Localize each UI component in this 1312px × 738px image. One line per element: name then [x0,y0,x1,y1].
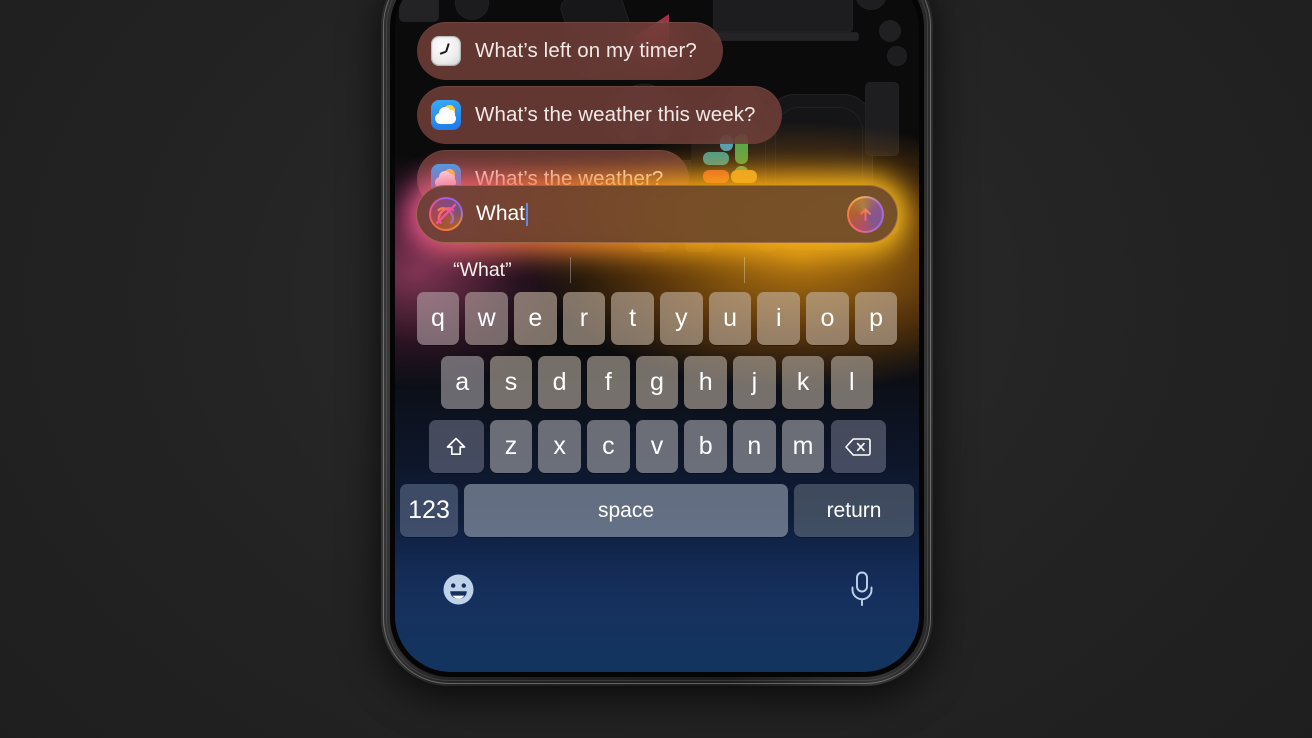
key-t[interactable]: t [611,292,654,345]
siri-suggestion-label: What’s left on my timer? [475,39,697,62]
siri-input-value: What [476,202,526,225]
key-i[interactable]: i [757,292,800,345]
candidate-0[interactable]: “What” [395,248,570,292]
key-h[interactable]: h [684,356,727,409]
key-j[interactable]: j [733,356,776,409]
siri-send-button[interactable] [847,195,884,233]
siri-suggestion-label: What’s the weather this week? [475,103,756,126]
key-m[interactable]: m [781,420,825,473]
key-n[interactable]: n [733,420,776,473]
key-d[interactable]: d [538,356,581,409]
keyboard-row-1: q w e r t y u i o p [395,292,919,345]
key-u[interactable]: u [708,292,752,345]
key-q[interactable]: q [416,292,460,345]
dictation-button[interactable] [847,570,877,608]
emoji-button[interactable] [442,573,475,606]
key-l[interactable]: l [830,356,873,409]
weather-icon [431,100,461,130]
key-p[interactable]: p [854,292,898,345]
key-o[interactable]: o [806,292,849,345]
siri-suggestion-1[interactable]: What’s the weather this week? [417,86,782,144]
clock-icon [431,36,461,66]
key-z[interactable]: z [489,420,533,473]
on-screen-keyboard: q w e r t y u i o p a s d f g h j k l z … [395,292,919,552]
key-g[interactable]: g [635,356,679,409]
siri-text-field[interactable]: What [416,185,898,243]
siri-input-container: What [406,175,908,253]
key-v[interactable]: v [635,420,679,473]
key-s[interactable]: s [489,356,533,409]
phone-screen: What’s left on my timer? What’s the weat… [395,0,919,672]
key-w[interactable]: w [465,292,508,345]
return-key[interactable]: return [794,484,914,537]
keyboard-row-3: z x c v b n m [395,420,919,473]
shift-key[interactable] [428,420,484,473]
candidate-2[interactable] [744,248,919,292]
siri-suggestion-0[interactable]: What’s left on my timer? [417,22,723,80]
key-x[interactable]: x [538,420,581,473]
keyboard-row-4: 123 space return [395,484,919,537]
keyboard-bottom-bar [395,550,919,645]
keyboard-candidate-bar: “What” [395,248,919,292]
key-y[interactable]: y [660,292,703,345]
text-caret [526,202,529,226]
key-k[interactable]: k [781,356,825,409]
key-r[interactable]: r [562,292,606,345]
delete-backward-icon [845,437,871,456]
candidate-1[interactable] [569,248,745,292]
key-c[interactable]: c [587,420,630,473]
key-b[interactable]: b [684,420,727,473]
key-a[interactable]: a [441,356,484,409]
microphone-icon [851,571,873,606]
key-f[interactable]: f [587,356,630,409]
siri-orb-icon [429,197,463,231]
shift-up-arrow-icon [446,437,466,455]
keyboard-row-2: a s d f g h j k l [395,356,919,409]
backspace-key[interactable] [830,420,886,473]
iphone-device: What’s left on my timer? What’s the weat… [381,0,933,686]
arrow-up-icon [859,207,872,221]
emoji-smiley-icon [443,574,474,605]
space-key[interactable]: space [464,484,788,537]
key-e[interactable]: e [514,292,557,345]
numbers-key[interactable]: 123 [400,484,458,537]
